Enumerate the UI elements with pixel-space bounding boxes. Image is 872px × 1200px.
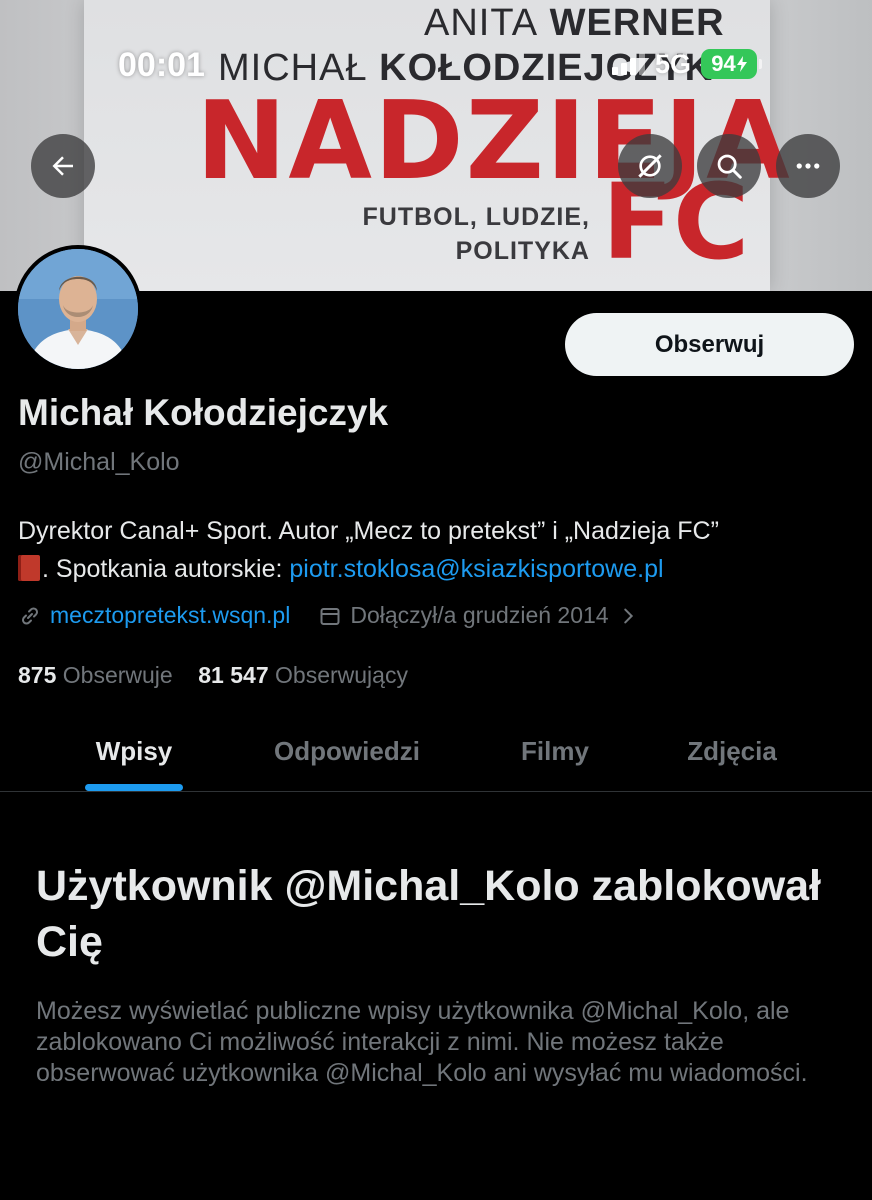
- avatar-photo: [18, 249, 138, 369]
- more-icon: [796, 163, 820, 169]
- book-subtitle: FUTBOL, LUDZIE, POLITYKA: [362, 203, 590, 265]
- bio-line-2: . Spotkania autorskie: piotr.stoklosa@ks…: [18, 550, 858, 588]
- status-indicators: 5G 94: [612, 48, 763, 80]
- chevron-right-icon[interactable]: [617, 605, 639, 627]
- followers-count: 81 547: [198, 662, 269, 688]
- tab-replies[interactable]: Odpowiedzi: [242, 712, 452, 790]
- bio-email-link[interactable]: piotr.stoklosa@ksiazkisportowe.pl: [289, 555, 663, 583]
- following-link[interactable]: 875 Obserwuje: [18, 662, 179, 688]
- grok-button[interactable]: [618, 134, 682, 198]
- book-author-1: ANITA WERNER: [424, 2, 725, 44]
- profile-tabs: Wpisy Odpowiedzi Filmy Zdjęcia: [0, 712, 872, 792]
- blocked-title: Użytkownik @Michal_Kolo zablokował Cię: [36, 862, 822, 966]
- arrow-left-icon: [52, 156, 73, 176]
- active-tab-indicator: [85, 784, 183, 791]
- followers-link[interactable]: 81 547 Obserwujący: [198, 662, 408, 688]
- more-button[interactable]: [776, 134, 840, 198]
- calendar-icon: [320, 607, 340, 625]
- follow-counts: 875 Obserwuje 81 547 Obserwujący: [18, 662, 408, 689]
- following-label: Obserwuje: [62, 662, 173, 688]
- joined-date[interactable]: Dołączył/a grudzień 2014: [350, 602, 608, 629]
- link-icon: [21, 606, 39, 625]
- battery-level: 94: [711, 51, 736, 76]
- search-button[interactable]: [697, 134, 761, 198]
- follow-button[interactable]: Obserwuj: [565, 313, 854, 376]
- bio-line-1: Dyrektor Canal+ Sport. Autor „Mecz to pr…: [18, 517, 719, 545]
- network-label: 5G: [655, 48, 692, 79]
- battery-icon: 94: [701, 49, 763, 79]
- handle: @Michal_Kolo: [18, 448, 180, 476]
- back-button[interactable]: [31, 134, 95, 198]
- status-time: 00:01: [118, 46, 205, 84]
- grok-icon: [638, 154, 662, 178]
- blocked-message: Możesz wyświetlać publiczne wpisy użytko…: [36, 997, 808, 1087]
- followers-label: Obserwujący: [275, 662, 408, 688]
- bio: Dyrektor Canal+ Sport. Autor „Mecz to pr…: [18, 512, 858, 588]
- charging-bolt-icon: [736, 56, 747, 72]
- tab-photos[interactable]: Zdjęcia: [650, 712, 814, 790]
- tab-videos[interactable]: Filmy: [480, 712, 630, 790]
- following-count: 875: [18, 662, 57, 688]
- book-icon: [18, 555, 40, 581]
- tab-posts[interactable]: Wpisy: [44, 712, 224, 790]
- search-icon: [717, 154, 742, 179]
- profile-screen: ANITA WERNER MICHAŁ KOŁODZIEJCZYK NADZIE…: [0, 0, 872, 1200]
- avatar[interactable]: [14, 245, 142, 373]
- profile-meta: mecztopretekst.wsqn.pl Dołączył/a grudzi…: [18, 602, 639, 629]
- website-link[interactable]: mecztopretekst.wsqn.pl: [50, 602, 290, 629]
- signal-icon: [612, 53, 645, 75]
- display-name: Michał Kołodziejczyk: [18, 392, 389, 433]
- profile-banner[interactable]: ANITA WERNER MICHAŁ KOŁODZIEJCZYK NADZIE…: [0, 0, 872, 291]
